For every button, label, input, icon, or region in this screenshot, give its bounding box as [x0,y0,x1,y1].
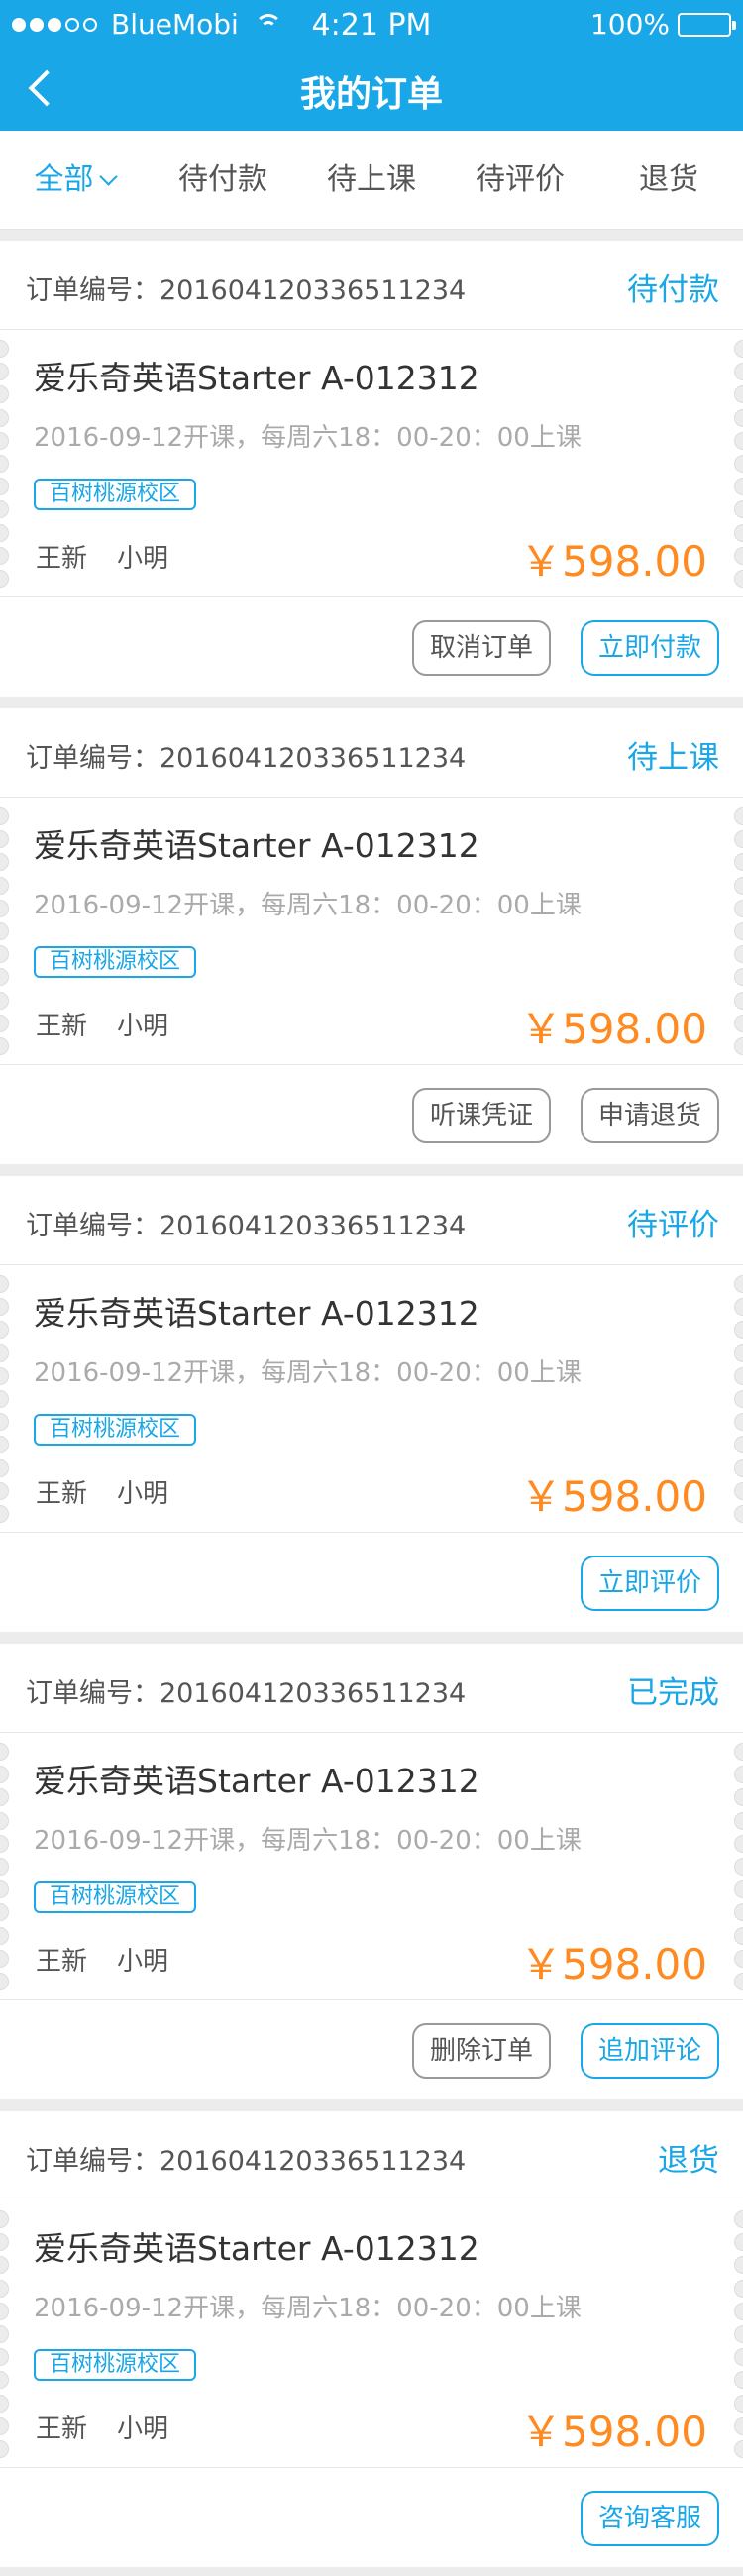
teachers: 王新 小明 [36,1006,168,1042]
ticket-edge-right [734,1743,743,1990]
campus-tag: 百树桃源校区 [34,1881,197,1913]
teachers: 王新 小明 [36,2409,168,2445]
order-filter-tabs: 全部 待付款 待上课 待评价 退货 [0,131,743,230]
ticket-edge-right [734,807,743,1055]
order-price: ￥598.00 [520,537,707,586]
order-number: 订单编号：201604120336511234 [26,1211,467,1241]
course-name: 爱乐奇英语Starter A-012312 [34,1762,479,1800]
ticket-edge-left [0,1275,9,1523]
order-actions: 咨询客服 [0,2468,743,2567]
teacher-name: 王新 [36,1947,88,1977]
course-name: 爱乐奇英语Starter A-012312 [34,359,479,397]
order-price: ￥598.00 [520,1472,707,1521]
course-schedule: 2016-09-12开课，每周六18：00-20：00上课 [34,423,582,453]
cancel-order-button[interactable]: 取消订单 [411,620,551,676]
review-now-button[interactable]: 立即评价 [580,1556,719,1611]
delete-order-button[interactable]: 删除订单 [411,2023,551,2079]
course-schedule: 2016-09-12开课，每周六18：00-20：00上课 [34,1826,582,1856]
teacher-name: 小明 [117,544,169,574]
order-card[interactable]: 订单编号：201604120336511234 退货 爱乐奇英语Starter … [0,2111,743,2567]
course-schedule: 2016-09-12开课，每周六18：00-20：00上课 [34,1358,582,1388]
tab-pending-class[interactable]: 待上课 [297,131,446,229]
course-schedule: 2016-09-12开课，每周六18：00-20：00上课 [34,2294,582,2323]
order-body[interactable]: 爱乐奇英语Starter A-012312 2016-09-12开课，每周六18… [0,798,743,1065]
contact-support-button[interactable]: 咨询客服 [580,2491,719,2546]
order-card[interactable]: 订单编号：201604120336511234 待付款 爱乐奇英语Starter… [0,241,743,697]
course-schedule: 2016-09-12开课，每周六18：00-20：00上课 [34,891,582,920]
ticket-edge-right [734,340,743,588]
tab-all[interactable]: 全部 [0,131,149,229]
tab-pending-payment[interactable]: 待付款 [149,131,297,229]
tab-pending-review[interactable]: 待评价 [446,131,594,229]
campus-tag: 百树桃源校区 [34,946,197,978]
add-comment-button[interactable]: 追加评论 [580,2023,719,2079]
page-title: 我的订单 [299,74,443,115]
teacher-name: 王新 [36,1012,88,1041]
tab-returns[interactable]: 退货 [594,131,743,229]
ticket-edge-left [0,340,9,588]
campus-tag: 百树桃源校区 [34,479,197,510]
order-body[interactable]: 爱乐奇英语Starter A-012312 2016-09-12开课，每周六18… [0,2200,743,2468]
campus-tag: 百树桃源校区 [34,2349,197,2381]
order-card[interactable]: 订单编号：201604120336511234 待评价 爱乐奇英语Starter… [0,1176,743,1632]
teacher-name: 王新 [36,1479,88,1509]
teacher-name: 王新 [36,544,88,574]
course-name: 爱乐奇英语Starter A-012312 [34,1294,479,1333]
campus-tag: 百树桃源校区 [34,1414,197,1446]
chevron-down-icon [98,167,118,186]
order-card[interactable]: 订单编号：201604120336511234 待上课 爱乐奇英语Starter… [0,708,743,1164]
order-actions: 取消订单 立即付款 [0,597,743,697]
order-number: 订单编号：201604120336511234 [26,1678,467,1709]
order-price: ￥598.00 [520,1940,707,1988]
order-number: 订单编号：201604120336511234 [26,2146,467,2177]
teachers: 王新 小明 [36,538,168,575]
order-body[interactable]: 爱乐奇英语Starter A-012312 2016-09-12开课，每周六18… [0,330,743,597]
pay-now-button[interactable]: 立即付款 [580,620,719,676]
teacher-name: 王新 [36,2415,88,2444]
navigation-bar: 我的订单 [0,48,743,131]
order-price: ￥598.00 [520,1005,707,1053]
course-name: 爱乐奇英语Starter A-012312 [34,2229,479,2268]
order-header: 订单编号：201604120336511234 已完成 [0,1644,743,1733]
order-status: 待上课 [627,740,719,776]
course-name: 爱乐奇英语Starter A-012312 [34,826,479,865]
status-bar: BlueMobi 4:21 PM 100% [0,0,743,48]
teacher-name: 小明 [117,1479,169,1509]
order-status: 待付款 [627,272,719,308]
order-status: 待评价 [627,1208,719,1243]
ticket-edge-right [734,1275,743,1523]
teachers: 王新 小明 [36,1941,168,1978]
order-status: 已完成 [627,1675,719,1711]
order-body[interactable]: 爱乐奇英语Starter A-012312 2016-09-12开课，每周六18… [0,1733,743,2000]
battery-info: 100% [589,8,736,41]
ticket-edge-left [0,2210,9,2458]
ticket-edge-left [0,1743,9,1990]
class-voucher-button[interactable]: 听课凭证 [411,1088,551,1143]
order-header: 订单编号：201604120336511234 待上课 [0,708,743,798]
order-actions: 听课凭证 申请退货 [0,1065,743,1164]
teachers: 王新 小明 [36,1473,168,1510]
order-header: 订单编号：201604120336511234 待评价 [0,1176,743,1265]
ticket-edge-right [734,2210,743,2458]
ticket-edge-left [0,807,9,1055]
order-header: 订单编号：201604120336511234 退货 [0,2111,743,2200]
request-return-button[interactable]: 申请退货 [580,1088,719,1143]
order-body[interactable]: 爱乐奇英语Starter A-012312 2016-09-12开课，每周六18… [0,1265,743,1533]
teacher-name: 小明 [117,1947,169,1977]
order-number: 订单编号：201604120336511234 [26,743,467,774]
order-header: 订单编号：201604120336511234 待付款 [0,241,743,330]
order-price: ￥598.00 [520,2408,707,2456]
battery-percent: 100% [589,8,670,41]
order-number: 订单编号：201604120336511234 [26,275,467,306]
tab-all-label: 全部 [34,162,94,197]
order-card[interactable]: 订单编号：201604120336511234 已完成 爱乐奇英语Starter… [0,1644,743,2099]
order-status: 退货 [658,2143,719,2179]
teacher-name: 小明 [117,1012,169,1041]
order-actions: 删除订单 追加评论 [0,2000,743,2099]
teacher-name: 小明 [117,2415,169,2444]
battery-icon [678,12,736,37]
order-actions: 立即评价 [0,1533,743,1632]
